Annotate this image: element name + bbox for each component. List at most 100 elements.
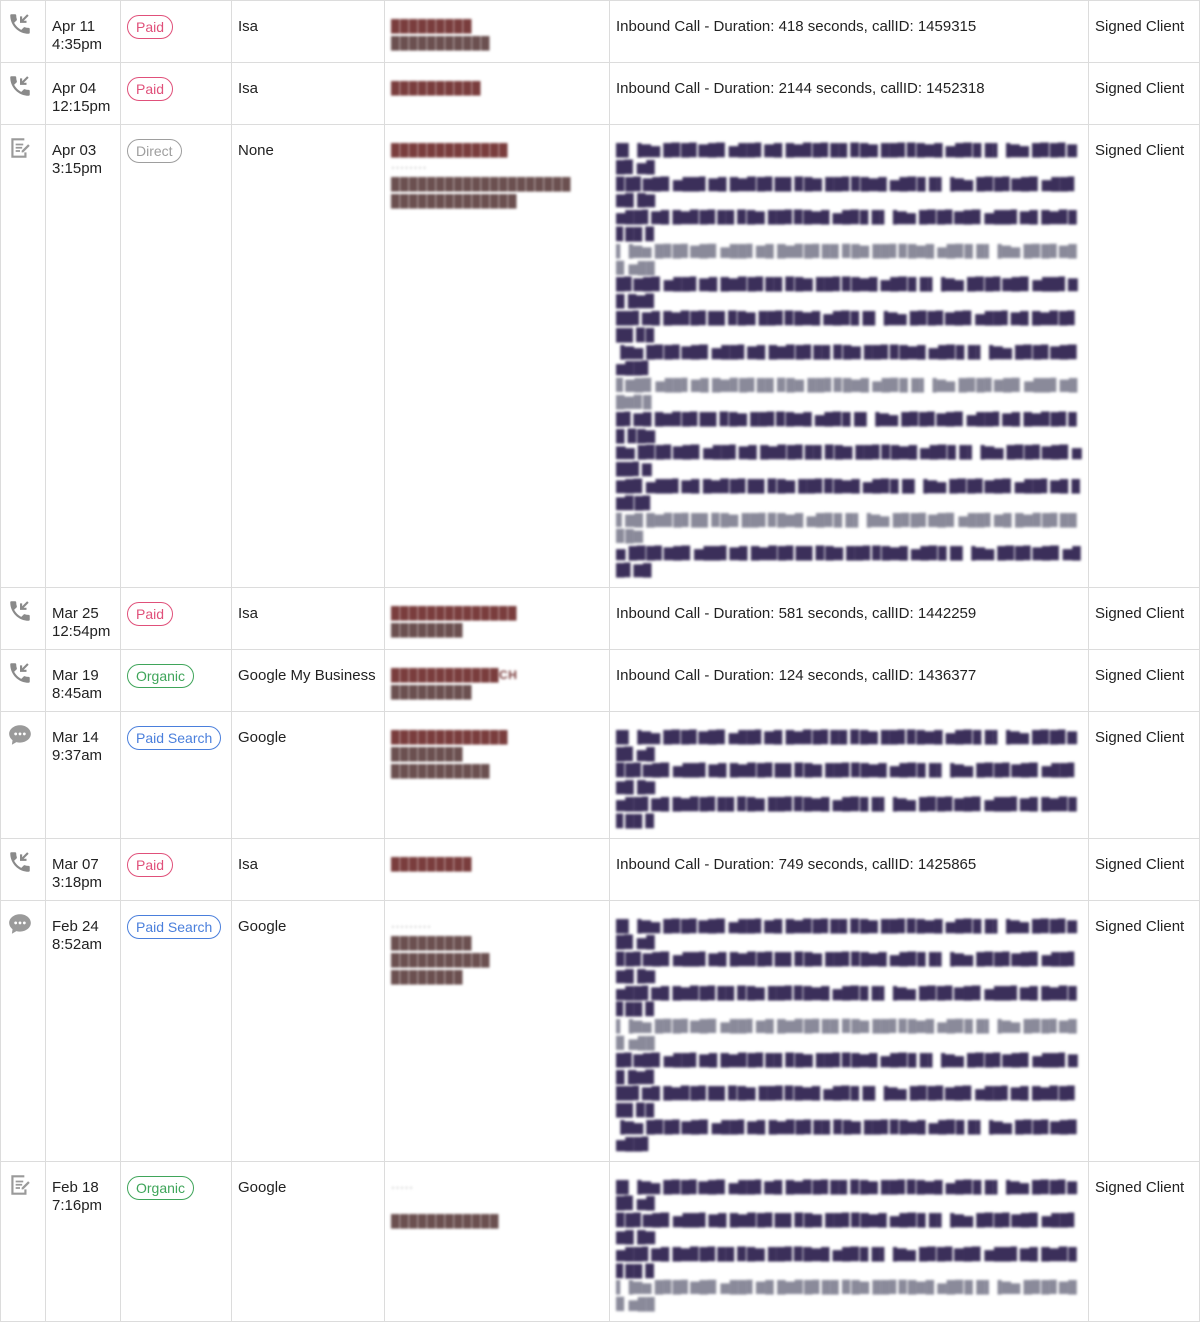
redacted-details-line: ██▋▇█ █▇▉█▊██ ▉█▇ ██▊▉█▇█ ▆█▉█ █▌▐▇▆ █▉█… bbox=[616, 1086, 1077, 1118]
channel-cell: Isa bbox=[231, 586, 385, 650]
date-text: Feb 24 bbox=[52, 917, 99, 935]
status-label: Signed Client bbox=[1095, 1178, 1185, 1196]
redacted-details-line: ▉█▊▇█▉ ▆██▋▇█ █▇▉█▊██ ▉█▇ ██▊▉█▇█ ▆█▉█ █… bbox=[616, 176, 1078, 208]
contact-line: █████████ bbox=[391, 19, 473, 33]
table-row[interactable]: Mar 25 12:54pm Paid Isa ██████████████ ██████… bbox=[0, 586, 1200, 650]
date-cell: Feb 24 8:52am bbox=[45, 899, 121, 1162]
source-badge: Direct bbox=[127, 139, 182, 163]
type-cell bbox=[0, 648, 46, 712]
source-badge: Paid bbox=[127, 852, 174, 877]
source-cell: Paid Search bbox=[120, 710, 232, 839]
redacted-details-line: ▆██▋▇█ █▇▉█▊██ ▉█▇ ██▊▉█▇█ ▆█▉█ █▌▐▇▆ █▉… bbox=[616, 985, 1077, 1017]
status-cell: Signed Client bbox=[1088, 62, 1200, 125]
redacted-details-line: █▌▐▇▆ █▉█▊▇█▉ ▆██▋▇█ █▇▉█▊██ ▉█▇ ██▊▉█▇█… bbox=[616, 143, 1077, 174]
table-row[interactable]: Feb 18 7:16pm Organic Google ····· █████████… bbox=[0, 1160, 1200, 1322]
channel-cell: Google bbox=[231, 899, 385, 1162]
form-edit-icon bbox=[7, 135, 33, 161]
contact-line: █████████████ bbox=[391, 729, 509, 744]
redacted-details-line: ▐▇▆ █▉█▊▇█▉ ▆██▋▇█ █▇▉█▊██ ▉█▇ ██▊▉█▇█ ▆… bbox=[616, 344, 1078, 376]
contact-cell: █████████████ ········ ███████████████████… bbox=[384, 124, 610, 588]
status-label: Signed Client bbox=[1095, 80, 1185, 97]
details-cell: Inbound Call - Duration: 749 seconds, ca… bbox=[609, 837, 1089, 901]
time-text: 7:16pm bbox=[52, 1196, 103, 1214]
redacted-details-line: ▆██▋▇█ █▇▉█▊██ ▉█▇ ██▊▉█▇█ ▆█▉█ █▌▐▇▆ █▉… bbox=[616, 796, 1077, 828]
source-cell: Direct bbox=[120, 124, 232, 588]
status-cell: Signed Client bbox=[1088, 837, 1200, 901]
details-cell: Inbound Call - Duration: 124 seconds, ca… bbox=[609, 648, 1089, 712]
contact-cell: ████████████CH █████████ bbox=[384, 648, 610, 712]
type-cell bbox=[0, 1160, 46, 1322]
date-cell: Mar 19 8:45am bbox=[45, 648, 121, 712]
contact-line: ██████████████ bbox=[391, 605, 518, 620]
contact-line: ········ bbox=[391, 160, 427, 174]
channel-cell: Google My Business bbox=[231, 648, 385, 712]
source-badge: Paid bbox=[127, 601, 174, 626]
redacted-details-line: ▌▐▇▆ █▉█▊▇█▉ ▆██▋▇█ █▇▉█▊██ ▉█▇ ██▊▉█▇█ … bbox=[616, 1280, 1077, 1312]
table-row[interactable]: Apr 04 12:15pm Paid Isa ██████████ Inbound Ca… bbox=[0, 62, 1200, 125]
contact-line: ████████ bbox=[391, 746, 464, 761]
source-cell: Paid bbox=[120, 62, 232, 125]
contact-line: ███████████ bbox=[391, 952, 491, 967]
contact-line: █████████ bbox=[391, 935, 473, 950]
status-cell: Signed Client bbox=[1088, 710, 1200, 839]
redacted-details-line: ██▋▇█ █▇▉█▊██ ▉█▇ ██▊▉█▇█ ▆█▉█ █▌▐▇▆ █▉█… bbox=[616, 310, 1077, 342]
redacted-details-line: █▌▐▇▆ █▉█▊▇█▉ ▆██▋▇█ █▇▉█▊██ ▉█▇ ██▊▉█▇█… bbox=[616, 1179, 1077, 1211]
contact-line: █████████ bbox=[391, 856, 473, 871]
table-row[interactable]: Feb 24 8:52am Paid Search Google ········· ██… bbox=[0, 899, 1200, 1162]
table-row[interactable]: Mar 19 8:45am Organic Google My Business ███… bbox=[0, 648, 1200, 712]
status-label: Signed Client bbox=[1095, 18, 1185, 35]
phone-incoming-icon bbox=[7, 849, 33, 875]
table-row[interactable]: Apr 03 3:15pm Direct None █████████████ ·····… bbox=[0, 124, 1200, 588]
redacted-details-line: █▋▇█ █▇▉█▊██ ▉█▇ ██▊▉█▇█ ▆█▉█ █▌▐▇▆ █▉█▊… bbox=[616, 411, 1077, 443]
redacted-details-line: ▉█▊▇█▉ ▆██▋▇█ █▇▉█▊██ ▉█▇ ██▊▉█▇█ ▆█▉█ █… bbox=[616, 1213, 1078, 1245]
channel-cell: Isa bbox=[231, 62, 385, 125]
contact-line: █████████████ bbox=[391, 143, 509, 157]
date-cell: Mar 14 9:37am bbox=[45, 710, 121, 839]
details-cell: █▌▐▇▆ █▉█▊▇█▉ ▆██▋▇█ █▇▉█▊██ ▉█▇ ██▊▉█▇█… bbox=[609, 710, 1089, 839]
time-text: 8:45am bbox=[52, 684, 103, 702]
table-row[interactable]: Mar 07 3:18pm Paid Isa █████████ Inbound Call… bbox=[0, 837, 1200, 901]
activity-table: Apr 11 4:35pm Paid Isa █████████ ███████████ I… bbox=[0, 0, 1200, 1322]
status-cell: Signed Client bbox=[1088, 899, 1200, 1162]
contact-line: ████████████████████ bbox=[391, 177, 572, 191]
date-text: Apr 03 bbox=[52, 142, 97, 159]
date-cell: Apr 11 4:35pm bbox=[45, 0, 121, 63]
date-cell: Apr 04 12:15pm bbox=[45, 62, 121, 125]
details-cell: █▌▐▇▆ █▉█▊▇█▉ ▆██▋▇█ █▇▉█▊██ ▉█▇ ██▊▉█▇█… bbox=[609, 124, 1089, 588]
source-cell: Organic bbox=[120, 1160, 232, 1322]
redacted-details-line: ▇█▉ ▆██▋▇█ █▇▉█▊██ ▉█▇ ██▊▉█▇█ ▆█▉█ █▌▐▇… bbox=[616, 478, 1081, 510]
table-row[interactable]: Apr 11 4:35pm Paid Isa █████████ ███████████ I… bbox=[0, 0, 1200, 63]
type-cell bbox=[0, 710, 46, 839]
contact-line: ████████████CH bbox=[391, 667, 518, 682]
source-cell: Paid Search bbox=[120, 899, 232, 1162]
source-cell: Paid bbox=[120, 837, 232, 901]
source-cell: Paid bbox=[120, 586, 232, 650]
date-cell: Feb 18 7:16pm bbox=[45, 1160, 121, 1322]
details-cell: █▌▐▇▆ █▉█▊▇█▉ ▆██▋▇█ █▇▉█▊██ ▉█▇ ██▊▉█▇█… bbox=[609, 1160, 1089, 1322]
contact-line: ████████████ bbox=[391, 1213, 500, 1228]
channel-cell: Google bbox=[231, 1160, 385, 1322]
time-text: 4:35pm bbox=[52, 36, 103, 53]
table-row[interactable]: Mar 14 9:37am Paid Search Google ███████████… bbox=[0, 710, 1200, 839]
source-cell: Organic bbox=[120, 648, 232, 712]
chat-bubble-icon bbox=[7, 911, 33, 937]
status-cell: Signed Client bbox=[1088, 0, 1200, 63]
source-badge: Paid bbox=[127, 15, 174, 39]
channel-cell: None bbox=[231, 124, 385, 588]
redacted-details-line: ▆ █▉█▊▇█▉ ▆██▋▇█ █▇▉█▊██ ▉█▇ ██▊▉█▇█ ▆█▉… bbox=[616, 546, 1081, 577]
channel-cell: Google bbox=[231, 710, 385, 839]
details-cell: Inbound Call - Duration: 581 seconds, ca… bbox=[609, 586, 1089, 650]
date-text: Mar 07 bbox=[52, 855, 99, 873]
status-cell: Signed Client bbox=[1088, 124, 1200, 588]
date-text: Mar 14 bbox=[52, 728, 99, 746]
contact-line: ███████████ bbox=[391, 36, 491, 50]
type-cell bbox=[0, 124, 46, 588]
contact-cell: █████████ bbox=[384, 837, 610, 901]
redacted-details-line: █▊▇█▉ ▆██▋▇█ █▇▉█▊██ ▉█▇ ██▊▉█▇█ ▆█▉█ █▌… bbox=[616, 1052, 1078, 1084]
date-cell: Mar 25 12:54pm bbox=[45, 586, 121, 650]
redacted-details-line: █▌▐▇▆ █▉█▊▇█▉ ▆██▋▇█ █▇▉█▊██ ▉█▇ ██▊▉█▇█… bbox=[616, 729, 1077, 761]
contact-line: ████████ bbox=[391, 622, 464, 637]
date-cell: Apr 03 3:15pm bbox=[45, 124, 121, 588]
status-label: Signed Client bbox=[1095, 604, 1185, 622]
source-badge: Paid Search bbox=[127, 725, 222, 750]
